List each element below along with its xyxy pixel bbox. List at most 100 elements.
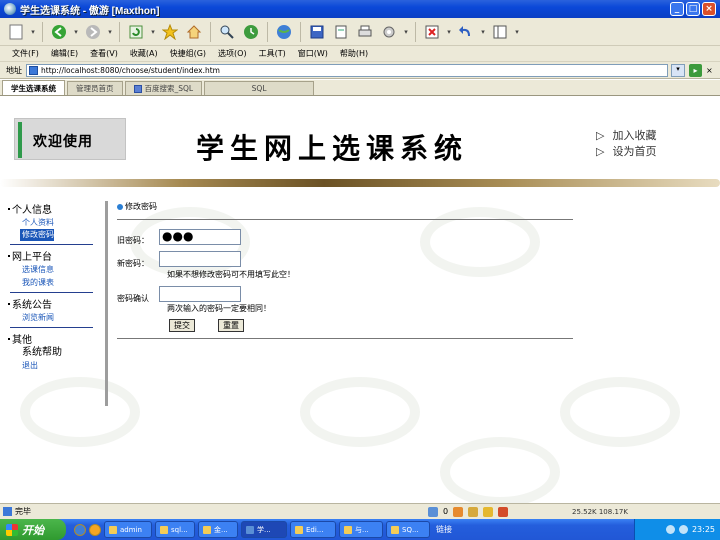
chevron-down-icon[interactable]: ▾ — [107, 28, 113, 36]
breadcrumb: 修改密码 — [117, 201, 573, 212]
submit-button[interactable]: 提交 — [169, 319, 195, 332]
sidebar-divider — [10, 292, 93, 293]
chevron-down-icon[interactable]: ▾ — [30, 28, 36, 36]
tools-icon[interactable] — [379, 22, 399, 42]
sidebar-item-my-schedule[interactable]: 我的课表 — [8, 276, 105, 289]
windows-taskbar: 开始 admin sql... 金... 学... Edi... 与... SQ… — [0, 519, 720, 540]
undo-icon[interactable] — [456, 22, 476, 42]
history-icon[interactable] — [241, 22, 261, 42]
speed-icon[interactable] — [483, 506, 494, 517]
menu-help[interactable]: 帮助(H) — [340, 48, 368, 59]
old-password-input[interactable]: ●●● — [159, 229, 241, 245]
taskbar-item[interactable]: admin — [104, 521, 152, 538]
address-input[interactable]: http://localhost:8080/choose/student/ind… — [26, 63, 668, 77]
minimize-button[interactable]: _ — [670, 2, 684, 16]
chevron-down-icon[interactable]: ▾ — [446, 28, 452, 36]
toolbar-separator — [210, 21, 211, 42]
toolbar-close-icon[interactable]: × — [706, 66, 713, 75]
page-content: 欢迎使用 学生网上选课系统 ▷ 加入收藏 ▷ 设为首页 个人信息 个人资料 修改密码… — [0, 97, 720, 503]
menu-edit[interactable]: 编辑(E) — [51, 48, 78, 59]
messenger-icon[interactable] — [89, 523, 101, 536]
app-icon — [160, 525, 168, 534]
breadcrumb-label: 修改密码 — [125, 202, 157, 211]
menu-favorites[interactable]: 收藏(A) — [130, 48, 158, 59]
taskbar-item[interactable]: SQ... — [386, 521, 430, 538]
tab-baidu-search[interactable]: 百度搜索_SQL — [124, 81, 203, 95]
welcome-text: 欢迎使用 — [33, 134, 93, 150]
block-icon[interactable] — [453, 506, 464, 517]
add-favorite-link[interactable]: ▷ 加入收藏 — [596, 128, 656, 144]
menu-tools[interactable]: 工具(T) — [259, 48, 286, 59]
tray-icon[interactable] — [665, 525, 675, 534]
maxthon-app-icon — [4, 3, 16, 15]
reset-button[interactable]: 重置 — [218, 319, 244, 332]
close-page-icon[interactable] — [422, 22, 442, 42]
chevron-down-icon[interactable]: ▾ — [480, 28, 486, 36]
password-form: 修改密码 旧密码： ●●● 新密码： 如果不想修改密码可不用填写此空！ 密码确认… — [117, 201, 573, 343]
menu-groups[interactable]: 快捷组(G) — [170, 48, 206, 59]
sidebar-item-logout[interactable]: 退出 — [8, 359, 105, 372]
chevron-down-icon[interactable]: ▾ — [73, 28, 79, 36]
tab-admin-home[interactable]: 管理员首页 — [67, 81, 123, 95]
address-dropdown-icon[interactable]: ▾ — [671, 63, 685, 77]
sidebar-group-announcements: 系统公告 浏览新闻 — [8, 296, 105, 324]
links-toolbar[interactable]: 链接 — [436, 524, 452, 535]
start-label: 开始 — [22, 523, 44, 537]
chevron-down-icon[interactable]: ▾ — [150, 28, 156, 36]
browser-icon — [246, 525, 254, 534]
popup-icon[interactable] — [468, 506, 479, 517]
network-icon[interactable] — [428, 506, 438, 517]
taskbar-item[interactable]: 金... — [198, 521, 238, 538]
favorites-icon[interactable] — [160, 22, 180, 42]
new-page-icon[interactable] — [6, 22, 26, 42]
search-icon[interactable] — [217, 22, 237, 42]
tab-sql[interactable]: SQL — [204, 81, 315, 95]
new-password-input[interactable] — [159, 251, 241, 267]
go-button[interactable]: ▸ — [689, 63, 702, 77]
new-password-hint: 如果不想修改密码可不用填写此空！ — [167, 270, 295, 279]
tab-label: 管理员首页 — [76, 84, 114, 93]
toolbar-separator — [119, 21, 120, 42]
tab-label: 百度搜索_SQL — [144, 84, 194, 93]
back-icon[interactable] — [49, 22, 69, 42]
maximize-button[interactable]: □ — [686, 2, 700, 16]
menu-file[interactable]: 文件(F) — [12, 48, 39, 59]
sidebar-item-change-password[interactable]: 修改密码 — [20, 229, 54, 241]
taskbar-item[interactable]: Edi... — [290, 521, 336, 538]
sidebar-item-profile[interactable]: 个人资料 — [8, 216, 105, 229]
taskbar-item-active[interactable]: 学... — [241, 521, 287, 538]
taskbar-item[interactable]: 与... — [339, 521, 383, 538]
chevron-down-icon[interactable]: ▾ — [403, 28, 409, 36]
sidebar-group-title: 网上平台 — [8, 248, 105, 263]
forward-icon[interactable] — [83, 22, 103, 42]
globe-icon[interactable] — [274, 22, 294, 42]
menu-options[interactable]: 选项(O) — [218, 48, 247, 59]
menu-window[interactable]: 窗口(W) — [298, 48, 328, 59]
sidebar-item-news[interactable]: 浏览新闻 — [8, 311, 105, 324]
sidebar-group-title: 个人信息 — [8, 201, 105, 216]
taskbar-item[interactable]: sql... — [155, 521, 195, 538]
view-icon[interactable] — [490, 22, 510, 42]
page-icon[interactable] — [331, 22, 351, 42]
confirm-password-input[interactable] — [159, 286, 241, 302]
close-button[interactable]: × — [702, 2, 716, 16]
sidebar: 个人信息 个人资料 修改密码 网上平台 选课信息 我的课表 系统公告 浏览新闻 … — [8, 201, 108, 406]
print-icon[interactable] — [355, 22, 375, 42]
home-icon[interactable] — [184, 22, 204, 42]
refresh-icon[interactable] — [126, 22, 146, 42]
chevron-down-icon[interactable]: ▾ — [514, 28, 520, 36]
flash-icon[interactable] — [498, 506, 509, 517]
tray-icon[interactable] — [678, 525, 688, 534]
sidebar-item-help[interactable]: 系统帮助 — [8, 346, 105, 359]
ie-icon[interactable] — [74, 523, 86, 536]
address-bar: 地址 http://localhost:8080/choose/student/… — [0, 62, 720, 79]
sidebar-item-course-info[interactable]: 选课信息 — [8, 263, 105, 276]
folder-icon — [109, 525, 117, 534]
task-label: 学... — [257, 525, 271, 534]
save-icon[interactable] — [307, 22, 327, 42]
start-button[interactable]: 开始 — [0, 519, 66, 540]
tab-student-system[interactable]: 学生选课系统 — [2, 80, 65, 95]
menu-view[interactable]: 查看(V) — [90, 48, 118, 59]
set-home-link[interactable]: ▷ 设为首页 — [596, 144, 656, 160]
task-label: Edi... — [306, 525, 324, 534]
